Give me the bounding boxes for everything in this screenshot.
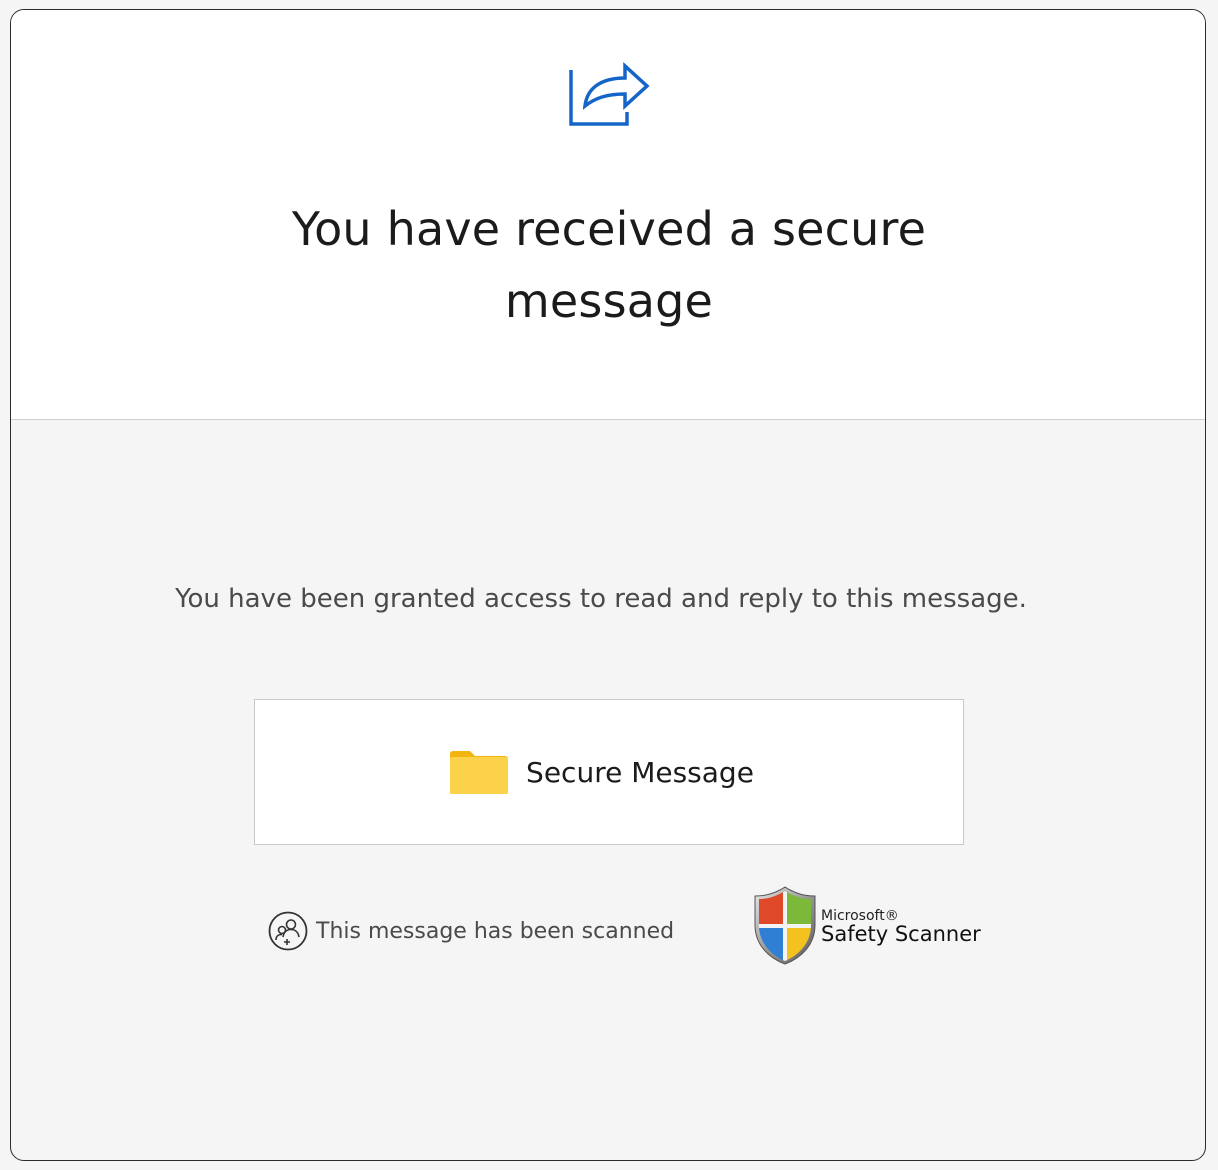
product-name: Safety Scanner bbox=[821, 922, 981, 946]
page-title: You have received a secure message bbox=[291, 202, 927, 328]
secure-message-card: You have received a secure message You h… bbox=[10, 9, 1206, 1161]
safety-scanner-wordmark: Microsoft® Safety Scanner bbox=[821, 909, 981, 945]
secure-message-button[interactable]: Secure Message bbox=[254, 699, 964, 845]
shield-icon bbox=[754, 886, 816, 965]
brand-name: Microsoft® bbox=[821, 908, 899, 924]
scan-status-text: This message has been scanned bbox=[316, 918, 675, 944]
header-section: You have received a secure message bbox=[11, 10, 1205, 420]
share-arrow-icon bbox=[569, 62, 650, 126]
access-description: You have been granted access to read and… bbox=[175, 584, 1027, 614]
people-scan-icon bbox=[268, 911, 308, 951]
secure-message-label: Secure Message bbox=[526, 755, 754, 789]
folder-icon bbox=[450, 751, 509, 794]
safety-scanner-logo: Microsoft® Safety Scanner bbox=[753, 885, 981, 965]
page-title-wrapper: You have received a secure message bbox=[11, 193, 1205, 337]
scan-status: This message has been scanned bbox=[268, 911, 674, 951]
